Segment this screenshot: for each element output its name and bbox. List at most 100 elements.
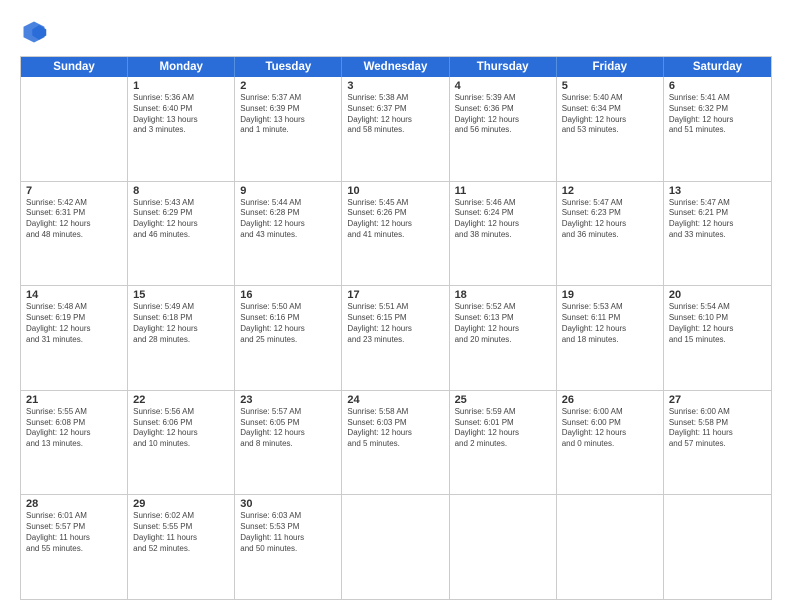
day-number: 30: [240, 498, 336, 510]
day-info: Sunrise: 5:42 AM Sunset: 6:31 PM Dayligh…: [26, 198, 122, 241]
day-cell-1: 1Sunrise: 5:36 AM Sunset: 6:40 PM Daylig…: [128, 77, 235, 181]
day-info: Sunrise: 5:43 AM Sunset: 6:29 PM Dayligh…: [133, 198, 229, 241]
day-cell-7: 7Sunrise: 5:42 AM Sunset: 6:31 PM Daylig…: [21, 182, 128, 286]
day-cell-21: 21Sunrise: 5:55 AM Sunset: 6:08 PM Dayli…: [21, 391, 128, 495]
day-info: Sunrise: 5:38 AM Sunset: 6:37 PM Dayligh…: [347, 93, 443, 136]
day-cell-9: 9Sunrise: 5:44 AM Sunset: 6:28 PM Daylig…: [235, 182, 342, 286]
week-row-4: 21Sunrise: 5:55 AM Sunset: 6:08 PM Dayli…: [21, 391, 771, 496]
day-header-sunday: Sunday: [21, 57, 128, 77]
day-info: Sunrise: 5:47 AM Sunset: 6:23 PM Dayligh…: [562, 198, 658, 241]
day-number: 5: [562, 80, 658, 92]
day-info: Sunrise: 5:46 AM Sunset: 6:24 PM Dayligh…: [455, 198, 551, 241]
day-number: 7: [26, 185, 122, 197]
day-number: 22: [133, 394, 229, 406]
day-cell-10: 10Sunrise: 5:45 AM Sunset: 6:26 PM Dayli…: [342, 182, 449, 286]
day-info: Sunrise: 5:40 AM Sunset: 6:34 PM Dayligh…: [562, 93, 658, 136]
day-cell-24: 24Sunrise: 5:58 AM Sunset: 6:03 PM Dayli…: [342, 391, 449, 495]
day-info: Sunrise: 5:53 AM Sunset: 6:11 PM Dayligh…: [562, 302, 658, 345]
day-info: Sunrise: 5:51 AM Sunset: 6:15 PM Dayligh…: [347, 302, 443, 345]
day-number: 8: [133, 185, 229, 197]
day-info: Sunrise: 5:57 AM Sunset: 6:05 PM Dayligh…: [240, 407, 336, 450]
day-number: 11: [455, 185, 551, 197]
day-cell-27: 27Sunrise: 6:00 AM Sunset: 5:58 PM Dayli…: [664, 391, 771, 495]
logo-icon: [20, 18, 48, 46]
day-cell-8: 8Sunrise: 5:43 AM Sunset: 6:29 PM Daylig…: [128, 182, 235, 286]
day-info: Sunrise: 5:56 AM Sunset: 6:06 PM Dayligh…: [133, 407, 229, 450]
day-number: 17: [347, 289, 443, 301]
day-info: Sunrise: 6:00 AM Sunset: 5:58 PM Dayligh…: [669, 407, 766, 450]
day-cell-17: 17Sunrise: 5:51 AM Sunset: 6:15 PM Dayli…: [342, 286, 449, 390]
empty-cell: [450, 495, 557, 599]
day-cell-15: 15Sunrise: 5:49 AM Sunset: 6:18 PM Dayli…: [128, 286, 235, 390]
day-info: Sunrise: 5:48 AM Sunset: 6:19 PM Dayligh…: [26, 302, 122, 345]
day-number: 20: [669, 289, 766, 301]
week-row-5: 28Sunrise: 6:01 AM Sunset: 5:57 PM Dayli…: [21, 495, 771, 599]
day-header-friday: Friday: [557, 57, 664, 77]
day-cell-29: 29Sunrise: 6:02 AM Sunset: 5:55 PM Dayli…: [128, 495, 235, 599]
day-cell-30: 30Sunrise: 6:03 AM Sunset: 5:53 PM Dayli…: [235, 495, 342, 599]
day-number: 13: [669, 185, 766, 197]
day-number: 24: [347, 394, 443, 406]
day-info: Sunrise: 5:52 AM Sunset: 6:13 PM Dayligh…: [455, 302, 551, 345]
week-row-1: 1Sunrise: 5:36 AM Sunset: 6:40 PM Daylig…: [21, 77, 771, 182]
empty-cell: [342, 495, 449, 599]
day-header-wednesday: Wednesday: [342, 57, 449, 77]
header: [20, 18, 772, 46]
day-info: Sunrise: 5:37 AM Sunset: 6:39 PM Dayligh…: [240, 93, 336, 136]
day-info: Sunrise: 5:59 AM Sunset: 6:01 PM Dayligh…: [455, 407, 551, 450]
day-info: Sunrise: 5:41 AM Sunset: 6:32 PM Dayligh…: [669, 93, 766, 136]
day-number: 10: [347, 185, 443, 197]
day-cell-19: 19Sunrise: 5:53 AM Sunset: 6:11 PM Dayli…: [557, 286, 664, 390]
day-header-thursday: Thursday: [450, 57, 557, 77]
day-number: 18: [455, 289, 551, 301]
day-number: 21: [26, 394, 122, 406]
day-info: Sunrise: 5:55 AM Sunset: 6:08 PM Dayligh…: [26, 407, 122, 450]
day-info: Sunrise: 5:45 AM Sunset: 6:26 PM Dayligh…: [347, 198, 443, 241]
day-number: 27: [669, 394, 766, 406]
week-row-3: 14Sunrise: 5:48 AM Sunset: 6:19 PM Dayli…: [21, 286, 771, 391]
day-cell-5: 5Sunrise: 5:40 AM Sunset: 6:34 PM Daylig…: [557, 77, 664, 181]
day-header-monday: Monday: [128, 57, 235, 77]
empty-cell: [557, 495, 664, 599]
day-number: 9: [240, 185, 336, 197]
day-info: Sunrise: 5:50 AM Sunset: 6:16 PM Dayligh…: [240, 302, 336, 345]
day-number: 6: [669, 80, 766, 92]
day-number: 15: [133, 289, 229, 301]
day-info: Sunrise: 6:00 AM Sunset: 6:00 PM Dayligh…: [562, 407, 658, 450]
day-header-saturday: Saturday: [664, 57, 771, 77]
day-info: Sunrise: 6:02 AM Sunset: 5:55 PM Dayligh…: [133, 511, 229, 554]
day-cell-6: 6Sunrise: 5:41 AM Sunset: 6:32 PM Daylig…: [664, 77, 771, 181]
day-number: 2: [240, 80, 336, 92]
day-info: Sunrise: 5:44 AM Sunset: 6:28 PM Dayligh…: [240, 198, 336, 241]
empty-cell: [664, 495, 771, 599]
page: SundayMondayTuesdayWednesdayThursdayFrid…: [0, 0, 792, 612]
day-info: Sunrise: 6:01 AM Sunset: 5:57 PM Dayligh…: [26, 511, 122, 554]
calendar-header: SundayMondayTuesdayWednesdayThursdayFrid…: [21, 57, 771, 77]
day-info: Sunrise: 5:54 AM Sunset: 6:10 PM Dayligh…: [669, 302, 766, 345]
day-cell-13: 13Sunrise: 5:47 AM Sunset: 6:21 PM Dayli…: [664, 182, 771, 286]
day-info: Sunrise: 5:39 AM Sunset: 6:36 PM Dayligh…: [455, 93, 551, 136]
empty-cell: [21, 77, 128, 181]
week-row-2: 7Sunrise: 5:42 AM Sunset: 6:31 PM Daylig…: [21, 182, 771, 287]
day-number: 14: [26, 289, 122, 301]
day-cell-25: 25Sunrise: 5:59 AM Sunset: 6:01 PM Dayli…: [450, 391, 557, 495]
day-cell-16: 16Sunrise: 5:50 AM Sunset: 6:16 PM Dayli…: [235, 286, 342, 390]
calendar-body: 1Sunrise: 5:36 AM Sunset: 6:40 PM Daylig…: [21, 77, 771, 599]
day-cell-23: 23Sunrise: 5:57 AM Sunset: 6:05 PM Dayli…: [235, 391, 342, 495]
day-info: Sunrise: 5:49 AM Sunset: 6:18 PM Dayligh…: [133, 302, 229, 345]
day-cell-22: 22Sunrise: 5:56 AM Sunset: 6:06 PM Dayli…: [128, 391, 235, 495]
day-number: 3: [347, 80, 443, 92]
day-number: 19: [562, 289, 658, 301]
day-cell-3: 3Sunrise: 5:38 AM Sunset: 6:37 PM Daylig…: [342, 77, 449, 181]
day-info: Sunrise: 5:47 AM Sunset: 6:21 PM Dayligh…: [669, 198, 766, 241]
day-number: 29: [133, 498, 229, 510]
calendar: SundayMondayTuesdayWednesdayThursdayFrid…: [20, 56, 772, 600]
day-cell-14: 14Sunrise: 5:48 AM Sunset: 6:19 PM Dayli…: [21, 286, 128, 390]
day-cell-18: 18Sunrise: 5:52 AM Sunset: 6:13 PM Dayli…: [450, 286, 557, 390]
day-info: Sunrise: 5:36 AM Sunset: 6:40 PM Dayligh…: [133, 93, 229, 136]
day-number: 25: [455, 394, 551, 406]
day-cell-12: 12Sunrise: 5:47 AM Sunset: 6:23 PM Dayli…: [557, 182, 664, 286]
day-number: 26: [562, 394, 658, 406]
day-number: 4: [455, 80, 551, 92]
day-cell-4: 4Sunrise: 5:39 AM Sunset: 6:36 PM Daylig…: [450, 77, 557, 181]
